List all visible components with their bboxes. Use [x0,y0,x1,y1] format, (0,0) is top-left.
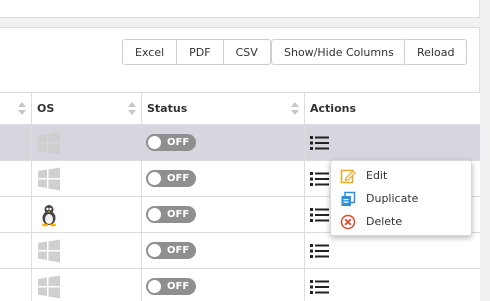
toggle-label: OFF [167,245,190,256]
toggle-label: OFF [167,209,190,220]
menu-item-label: Duplicate [366,192,419,205]
list-icon[interactable] [310,243,330,259]
export-button-group: Excel PDF CSV [122,39,271,65]
sort-icon[interactable] [291,102,299,116]
list-icon[interactable] [310,279,330,295]
menu-item-edit[interactable]: Edit [331,165,471,187]
table-row[interactable]: OFF [0,269,480,301]
table-header: OS Status Actions [0,92,480,125]
status-toggle[interactable]: OFF [146,278,196,295]
toggle-knob [148,244,161,257]
menu-item-duplicate[interactable]: Duplicate [331,188,471,210]
windows-icon [37,167,61,191]
menu-item-label: Edit [366,169,388,182]
status-toggle[interactable]: OFF [146,242,196,259]
row-actions-menu: Edit Duplicate Delete [330,160,472,236]
reload-button[interactable]: Reload [404,39,468,65]
toggle-knob [148,208,161,221]
toggle-label: OFF [167,137,190,148]
toggle-label: OFF [167,281,190,292]
show-hide-columns-button[interactable]: Show/Hide Columns [271,39,407,65]
table-row[interactable]: OFF [0,233,480,269]
export-pdf-button[interactable]: PDF [177,40,224,64]
delete-icon [340,214,356,230]
export-excel-button[interactable]: Excel [123,40,178,64]
toggle-knob [148,280,161,293]
status-toggle[interactable]: OFF [146,206,196,223]
list-icon[interactable] [310,207,330,223]
status-toggle[interactable]: OFF [146,170,196,187]
windows-icon [37,131,61,155]
column-header-os[interactable]: OS [37,93,54,124]
status-toggle[interactable]: OFF [146,134,196,151]
export-csv-button[interactable]: CSV [224,40,270,64]
toggle-knob [148,136,161,149]
duplicate-icon [340,191,356,207]
toggle-label: OFF [167,173,190,184]
linux-icon [37,203,61,227]
list-icon[interactable] [310,135,330,151]
table-row[interactable]: OFF [0,125,480,161]
windows-icon [37,239,61,263]
list-icon[interactable] [310,171,330,187]
windows-icon [37,275,61,299]
toggle-knob [148,172,161,185]
column-header-actions: Actions [310,102,356,115]
menu-item-delete[interactable]: Delete [331,211,471,233]
sort-icon[interactable] [18,102,26,116]
table-toolbar: Excel PDF CSV Show/Hide Columns Reload [0,28,479,92]
column-header-status[interactable]: Status [147,93,187,124]
top-panel-edge [0,0,480,18]
sort-icon[interactable] [128,102,136,116]
edit-icon [340,168,356,184]
menu-item-label: Delete [366,215,403,228]
